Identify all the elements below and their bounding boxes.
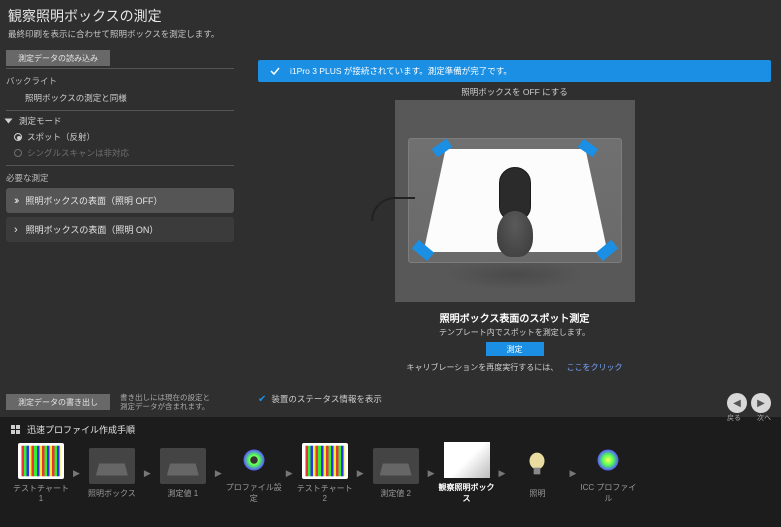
lightbox-icon: [444, 442, 490, 478]
chevrons-right-icon: ››: [14, 195, 17, 207]
check-icon: [268, 64, 282, 78]
required-step-on[interactable]: › 照明ボックスの表面（照明 ON）: [6, 217, 234, 242]
checkmark-icon: ✔: [258, 394, 266, 405]
wf-step-lighting[interactable]: 照明: [506, 448, 568, 499]
show-status-label: 装置のステータス情報を表示: [271, 393, 382, 405]
caption-sub: テンプレート内でスポットを測定します。: [258, 327, 771, 338]
next-button[interactable]: ▶: [751, 393, 771, 413]
export-note: 書き出しには現在の設定と 測定データが含まれます。: [120, 393, 210, 411]
wf-step-measure2[interactable]: 測定値 2: [365, 448, 427, 499]
lightbox-frame: [408, 138, 622, 263]
mode-spot-label: スポット（反射）: [27, 131, 95, 143]
chart-icon: [18, 443, 64, 479]
status-banner: i1Pro 3 PLUS が接続されています。測定準備が完了です。: [258, 60, 771, 82]
turn-off-link[interactable]: 照明ボックスを OFF にする: [258, 86, 771, 98]
wf-step-testchart2[interactable]: テストチャート 2: [294, 443, 356, 503]
page-title: 観察照明ボックスの測定: [8, 6, 773, 26]
box-icon: [373, 448, 419, 484]
recal-link[interactable]: ここをクリック: [567, 363, 623, 372]
wf-step-profile-settings[interactable]: プロファイル設定: [223, 442, 285, 504]
chevron-right-icon: ›: [14, 224, 18, 236]
mode-spot-radio[interactable]: スポット（反射）: [6, 129, 234, 145]
backlight-heading: バックライト: [6, 75, 234, 87]
mode-scan-radio-disabled: シングルスキャンは非対応: [6, 145, 234, 161]
wf-step-testchart1[interactable]: テストチャート 1: [10, 443, 72, 503]
workflow-heading: 迅速プロファイル作成手順: [10, 423, 771, 436]
gear-color-icon: [585, 442, 631, 478]
back-label: 戻る: [727, 413, 741, 423]
grid-icon: [10, 424, 21, 435]
sidebar-item-label: 照明ボックスの測定と同様: [25, 92, 127, 104]
export-data-button[interactable]: 測定データの書き出し: [6, 394, 110, 410]
next-label: 次へ: [757, 413, 771, 423]
device-illustration: [497, 167, 533, 257]
bulb-icon: [514, 448, 560, 484]
measure-button[interactable]: 測定: [486, 342, 544, 356]
required-measure-heading: 必要な測定: [6, 172, 234, 184]
radio-icon: [14, 149, 22, 157]
backlight-same-as-measure[interactable]: 照明ボックスの測定と同様: [6, 90, 234, 106]
back-button[interactable]: ◀: [727, 393, 747, 413]
measure-mode-heading[interactable]: 測定モード: [6, 113, 234, 129]
box-icon: [89, 448, 135, 484]
measure-mode-label: 測定モード: [19, 115, 62, 127]
box-icon: [160, 448, 206, 484]
required-step-off[interactable]: ›› 照明ボックスの表面（照明 OFF）: [6, 188, 234, 213]
recal-text: キャリブレーションを再度実行するには、: [406, 363, 558, 372]
radio-icon: [14, 133, 22, 141]
chart-icon: [302, 443, 348, 479]
triangle-down-icon: [5, 119, 13, 124]
workflow-steps: テストチャート 1 ▶ 照明ボックス ▶ 測定値 1 ▶ プロファイル設定 ▶ …: [10, 442, 771, 504]
banner-text: i1Pro 3 PLUS が接続されています。測定準備が完了です。: [290, 65, 512, 77]
gear-color-icon: [231, 442, 277, 478]
wf-step-icc-profile[interactable]: ICC プロファイル: [577, 442, 639, 504]
show-status-checkbox[interactable]: ✔ 装置のステータス情報を表示: [258, 393, 771, 405]
caption-title: 照明ボックス表面のスポット測定: [258, 310, 771, 325]
step-off-label: 照明ボックスの表面（照明 OFF）: [25, 194, 162, 207]
page-subtitle: 最終印刷を表示に合わせて照明ボックスを測定します。: [8, 28, 773, 40]
wf-step-measure1[interactable]: 測定値 1: [152, 448, 214, 499]
mode-scan-label: シングルスキャンは非対応: [27, 147, 129, 159]
illustration-stage: [395, 100, 635, 302]
wf-step-observe-lightbox[interactable]: 観察照明ボックス: [436, 442, 498, 504]
wf-step-lightbox[interactable]: 照明ボックス: [81, 448, 143, 499]
step-on-label: 照明ボックスの表面（照明 ON）: [26, 223, 159, 236]
